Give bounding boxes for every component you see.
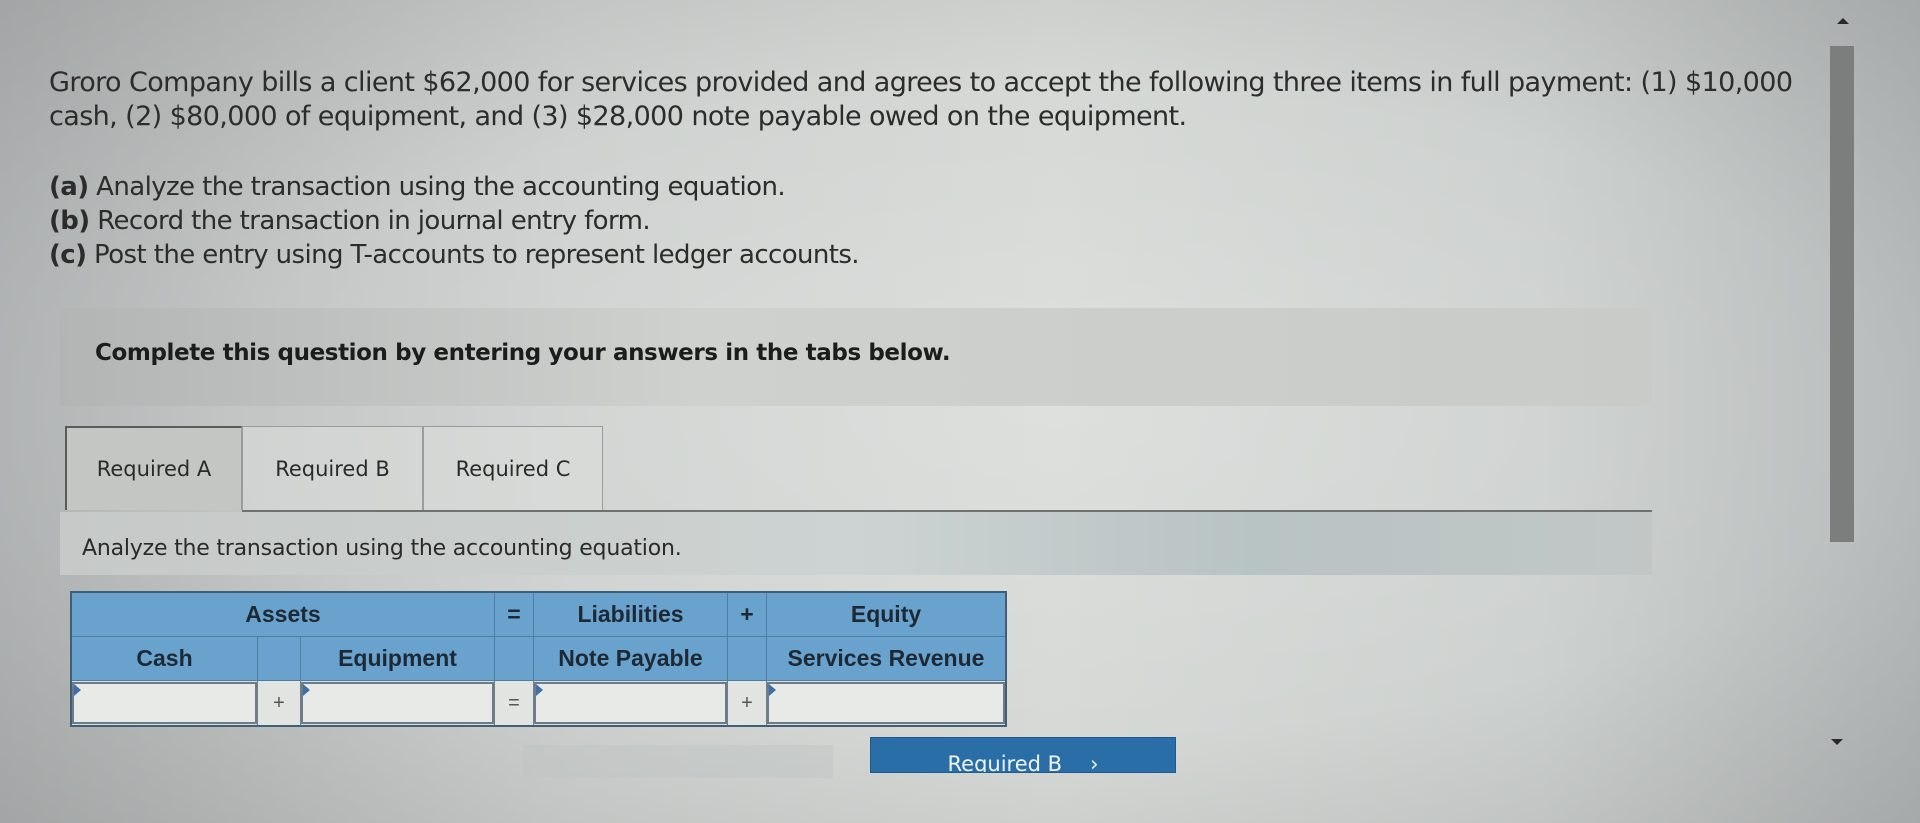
note-payable-input-box [534, 682, 727, 724]
input-flag-icon [769, 684, 776, 696]
note-payable-cell [533, 680, 728, 727]
tab-required-a[interactable]: Required A [65, 426, 242, 510]
services-revenue-input[interactable] [769, 684, 1003, 722]
header-assets: Assets [70, 591, 495, 637]
input-row: + = + [70, 680, 1007, 727]
part-a-tag: (a) [49, 172, 89, 202]
input-flag-icon [536, 684, 543, 696]
header-blank-3 [727, 636, 767, 681]
header-equipment: Equipment [300, 636, 495, 681]
problem-statement: Groro Company bills a client $62,000 for… [49, 67, 1793, 132]
scrollbar-thumb[interactable] [1830, 46, 1854, 542]
part-b-text: Record the transaction in journal entry … [89, 206, 651, 236]
note-payable-input[interactable] [536, 684, 725, 722]
header-blank-2 [494, 636, 534, 681]
next-button-label: Required B [947, 752, 1063, 773]
services-revenue-cell [766, 680, 1007, 727]
tab-required-c[interactable]: Required C [423, 426, 603, 510]
part-c: (c) Post the entry using T-accounts to r… [49, 238, 860, 272]
section-heading: Analyze the transaction using the accoun… [82, 536, 682, 561]
header-equity: Equity [766, 591, 1007, 637]
prev-required-a-button [523, 745, 833, 778]
header-blank-1 [257, 636, 301, 681]
input-flag-icon [303, 684, 310, 696]
header-cash: Cash [70, 636, 258, 681]
equipment-cell [300, 680, 495, 727]
cash-input-box [72, 682, 257, 724]
part-b: (b) Record the transaction in journal en… [49, 204, 859, 238]
column-header-row: Cash Equipment Note Payable Services Rev… [70, 636, 1007, 681]
part-c-tag: (c) [49, 240, 87, 270]
header-note-payable: Note Payable [533, 636, 728, 681]
accounting-equation-table: Assets = Liabilities + Equity Cash Equip… [70, 591, 1007, 727]
problem-parts: (a) Analyze the transaction using the ac… [49, 170, 860, 272]
header-services-revenue: Services Revenue [766, 636, 1007, 681]
cash-cell [70, 680, 258, 727]
section-heading-bar: Analyze the transaction using the accoun… [60, 512, 1652, 575]
part-b-tag: (b) [49, 206, 90, 236]
services-revenue-input-box [767, 682, 1005, 724]
instruction-banner: Complete this question by entering your … [60, 308, 1652, 406]
tab-bar: Required A Required B Required C [65, 426, 603, 512]
header-plus: + [727, 591, 767, 637]
chevron-right-icon: › [1090, 752, 1099, 773]
equipment-input-box [301, 682, 494, 724]
scroll-down-arrow-icon[interactable] [1831, 739, 1843, 745]
input-flag-icon [74, 684, 81, 696]
part-a-text: Analyze the transaction using the accoun… [88, 172, 786, 202]
next-required-b-button[interactable]: Required B › [870, 737, 1176, 773]
group-header-row: Assets = Liabilities + Equity [70, 591, 1007, 637]
header-liabilities: Liabilities [533, 591, 728, 637]
part-a: (a) Analyze the transaction using the ac… [49, 170, 859, 204]
equipment-input[interactable] [303, 684, 492, 722]
part-c-text: Post the entry using T-accounts to repre… [86, 240, 860, 270]
operator-plus-2: + [727, 680, 767, 727]
operator-equals: = [494, 680, 534, 727]
header-equals: = [494, 591, 534, 637]
cash-input[interactable] [74, 684, 255, 722]
tab-required-b[interactable]: Required B [242, 426, 423, 510]
scroll-up-arrow-icon[interactable] [1837, 18, 1849, 24]
operator-plus-1: + [257, 680, 301, 727]
instruction-text: Complete this question by entering your … [95, 340, 951, 366]
